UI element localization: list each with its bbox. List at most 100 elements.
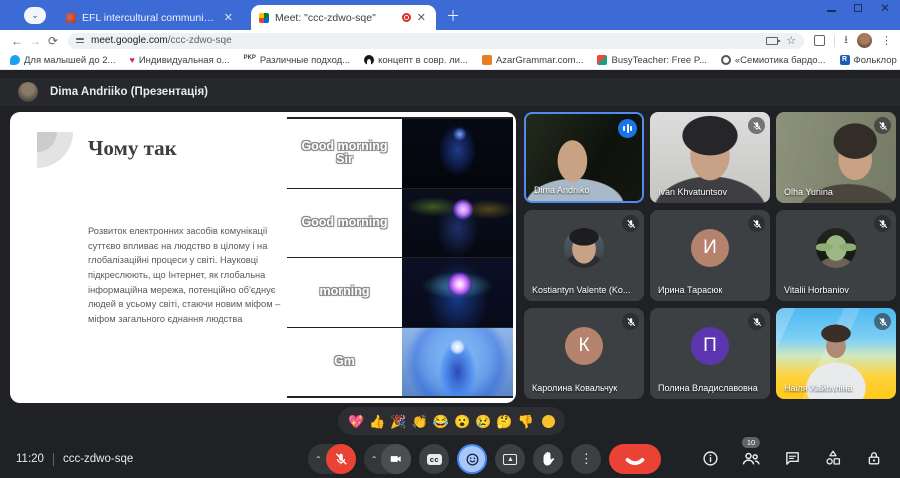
reload-button[interactable]: ⟳ xyxy=(44,34,62,48)
participant-tile[interactable]: Dima Andriiko xyxy=(524,112,644,203)
forward-button[interactable]: → xyxy=(26,34,44,48)
participant-name: Vitalii Horbaniov xyxy=(784,285,849,295)
participant-tile[interactable]: Ivan Khvatuntsov xyxy=(650,112,770,203)
meeting-code: ccc-zdwo-sqe xyxy=(62,453,134,465)
reaction-thumbs-up[interactable]: 👍 xyxy=(369,415,385,428)
browser-profile-avatar[interactable] xyxy=(857,33,872,48)
participants-button[interactable]: 10 xyxy=(739,437,763,473)
bookmark-star-icon[interactable]: ☆ xyxy=(786,34,796,47)
reaction-party[interactable]: 🎉 xyxy=(390,415,406,428)
camera-button[interactable] xyxy=(381,444,412,474)
participant-tile[interactable]: Vitalii Horbaniov xyxy=(776,210,896,301)
raise-hand-button[interactable]: ✋ xyxy=(533,444,564,474)
reaction-cry[interactable]: 😢 xyxy=(475,415,491,428)
toolbar-divider xyxy=(834,34,836,47)
participant-name: Наіля Хайруліна xyxy=(784,383,853,393)
bookmark-item[interactable]: ♥ Индивидуальная о... xyxy=(129,55,229,66)
slide-body-text: Розвиток електронних засобів комунікації… xyxy=(88,226,281,325)
reaction-clap[interactable]: 👏 xyxy=(412,415,428,428)
audio-speaking-icon xyxy=(618,119,637,138)
bookmark-item[interactable]: Для малышей до 2... xyxy=(10,55,115,66)
bookmark-favicon: R xyxy=(839,55,850,65)
browser-menu-icon[interactable]: ⋮ xyxy=(881,34,892,47)
bookmark-item[interactable]: «Семиотика бардо... xyxy=(720,54,826,66)
mic-options-chevron[interactable]: ⌃ xyxy=(315,455,326,464)
tab-title: EFL intercultural communicatio xyxy=(82,11,216,24)
presentation-slide[interactable]: Чому так Розвиток електронних засобів ко… xyxy=(10,112,516,403)
bookmark-label: Фольклор и постф... xyxy=(853,54,900,66)
reactions-button[interactable] xyxy=(457,444,488,474)
bookmark-item[interactable]: концепт в совр. ли... xyxy=(364,55,468,66)
participant-grid: Dima Andriiko Ivan Khvatuntsov Olha Yuni… xyxy=(524,112,896,399)
address-bar[interactable]: meet.google.com /ccc-zdwo-sqe ☆ xyxy=(68,32,805,49)
clock-time: 11:20 xyxy=(16,453,44,465)
meme-caption: Good morning Sir xyxy=(287,119,402,188)
bookmarks-bar: Для малышей до 2... ♥ Индивидуальная о...… xyxy=(0,51,900,70)
site-info-icon[interactable] xyxy=(76,38,84,43)
mic-off-icon xyxy=(874,215,891,232)
browser-toolbar: ← → ⟳ meet.google.com /ccc-zdwo-sqe ☆ ⭳ … xyxy=(0,30,900,51)
host-controls-button[interactable] xyxy=(862,443,886,473)
camera-in-use-icon[interactable] xyxy=(766,36,782,45)
tab-search-button[interactable]: ⌄ xyxy=(24,7,46,24)
close-tab-icon[interactable]: ✕ xyxy=(415,11,428,24)
participant-tile[interactable]: Kostiantyn Valente (Ko... xyxy=(524,210,644,301)
present-screen-button[interactable]: ▲ xyxy=(495,444,526,474)
bookmark-item[interactable]: BusyTeacher: Free P... xyxy=(597,55,707,66)
reaction-thumbs-down[interactable]: 👎 xyxy=(518,415,534,428)
bookmark-item[interactable]: PKP Различные подход... xyxy=(244,55,351,66)
presenter-name: Dima Andriiko (Презентація) xyxy=(50,86,208,98)
reaction-thinking[interactable]: 🤔 xyxy=(496,415,512,428)
mic-off-button[interactable] xyxy=(325,444,356,474)
brain-image-4 xyxy=(402,327,513,396)
participant-name: Olha Yunina xyxy=(784,187,833,197)
window-maximize-button[interactable] xyxy=(853,4,862,12)
participant-name: Полина Владиславовна xyxy=(658,383,758,393)
more-options-button[interactable]: ⋮ xyxy=(571,444,602,474)
participant-tile[interactable]: Olha Yunina xyxy=(776,112,896,203)
window-minimize-button[interactable] xyxy=(826,10,836,12)
participant-tile[interactable]: К Каролина Ковальчук xyxy=(524,308,644,399)
bookmark-label: AzarGrammar.com... xyxy=(495,54,584,66)
bookmark-label: Различные подход... xyxy=(259,54,351,66)
new-tab-button[interactable]: ＋ xyxy=(446,6,460,30)
mic-off-icon xyxy=(748,215,765,232)
tab-title: Meet: "ccc-zdwo-sqe" xyxy=(275,11,376,24)
present-icon: ▲ xyxy=(503,453,518,465)
back-button[interactable]: ← xyxy=(8,34,26,48)
bookmark-label: «Семиотика бардо... xyxy=(734,54,826,66)
participant-name: Ivan Khvatuntsov xyxy=(658,187,728,197)
more-vert-icon: ⋮ xyxy=(579,451,593,466)
chat-button[interactable] xyxy=(780,443,804,473)
activities-button[interactable] xyxy=(821,443,845,473)
bookmark-favicon xyxy=(364,55,375,65)
meeting-details-button[interactable] xyxy=(698,443,722,473)
camera-options-chevron[interactable]: ⌃ xyxy=(371,455,382,464)
close-tab-icon[interactable]: ✕ xyxy=(222,11,235,24)
participant-name: Ирина Тарасюк xyxy=(658,285,723,295)
url-domain: meet.google.com xyxy=(91,35,168,46)
reaction-laugh[interactable]: 😂 xyxy=(433,415,449,428)
bookmark-favicon: ♥ xyxy=(129,55,135,65)
downloads-icon[interactable]: ⭳ xyxy=(844,31,848,50)
captions-button[interactable]: cc xyxy=(419,444,450,474)
participant-tile[interactable]: Наіля Хайруліна xyxy=(776,308,896,399)
extensions-icon[interactable] xyxy=(814,35,826,46)
participant-tile[interactable]: И Ирина Тарасюк xyxy=(650,210,770,301)
leave-call-button[interactable] xyxy=(609,444,662,474)
bookmark-item[interactable]: RФольклор и постф... xyxy=(839,54,900,66)
reaction-heart[interactable]: 💖 xyxy=(348,415,364,428)
tab-efl[interactable]: EFL intercultural communicatio ✕ xyxy=(58,5,243,30)
expanding-brain-meme: Good morning Sir Good morning morning Gm xyxy=(287,117,513,398)
participant-tile[interactable]: П Полина Владиславовна xyxy=(650,308,770,399)
hand-icon: ✋ xyxy=(540,451,557,466)
presenter-bar: Dima Andriiko (Презентація) xyxy=(0,78,900,106)
meme-caption: Gm xyxy=(287,327,402,396)
tab-meet[interactable]: Meet: "ccc-zdwo-sqe" ✕ xyxy=(251,5,436,30)
participant-avatar xyxy=(816,228,856,269)
brain-image-1 xyxy=(402,119,513,188)
reaction-surprised[interactable]: 😮 xyxy=(454,415,470,428)
window-close-button[interactable]: ✕ xyxy=(880,2,890,14)
skin-tone-selector[interactable] xyxy=(541,414,555,428)
bookmark-item[interactable]: AzarGrammar.com... xyxy=(481,54,584,66)
